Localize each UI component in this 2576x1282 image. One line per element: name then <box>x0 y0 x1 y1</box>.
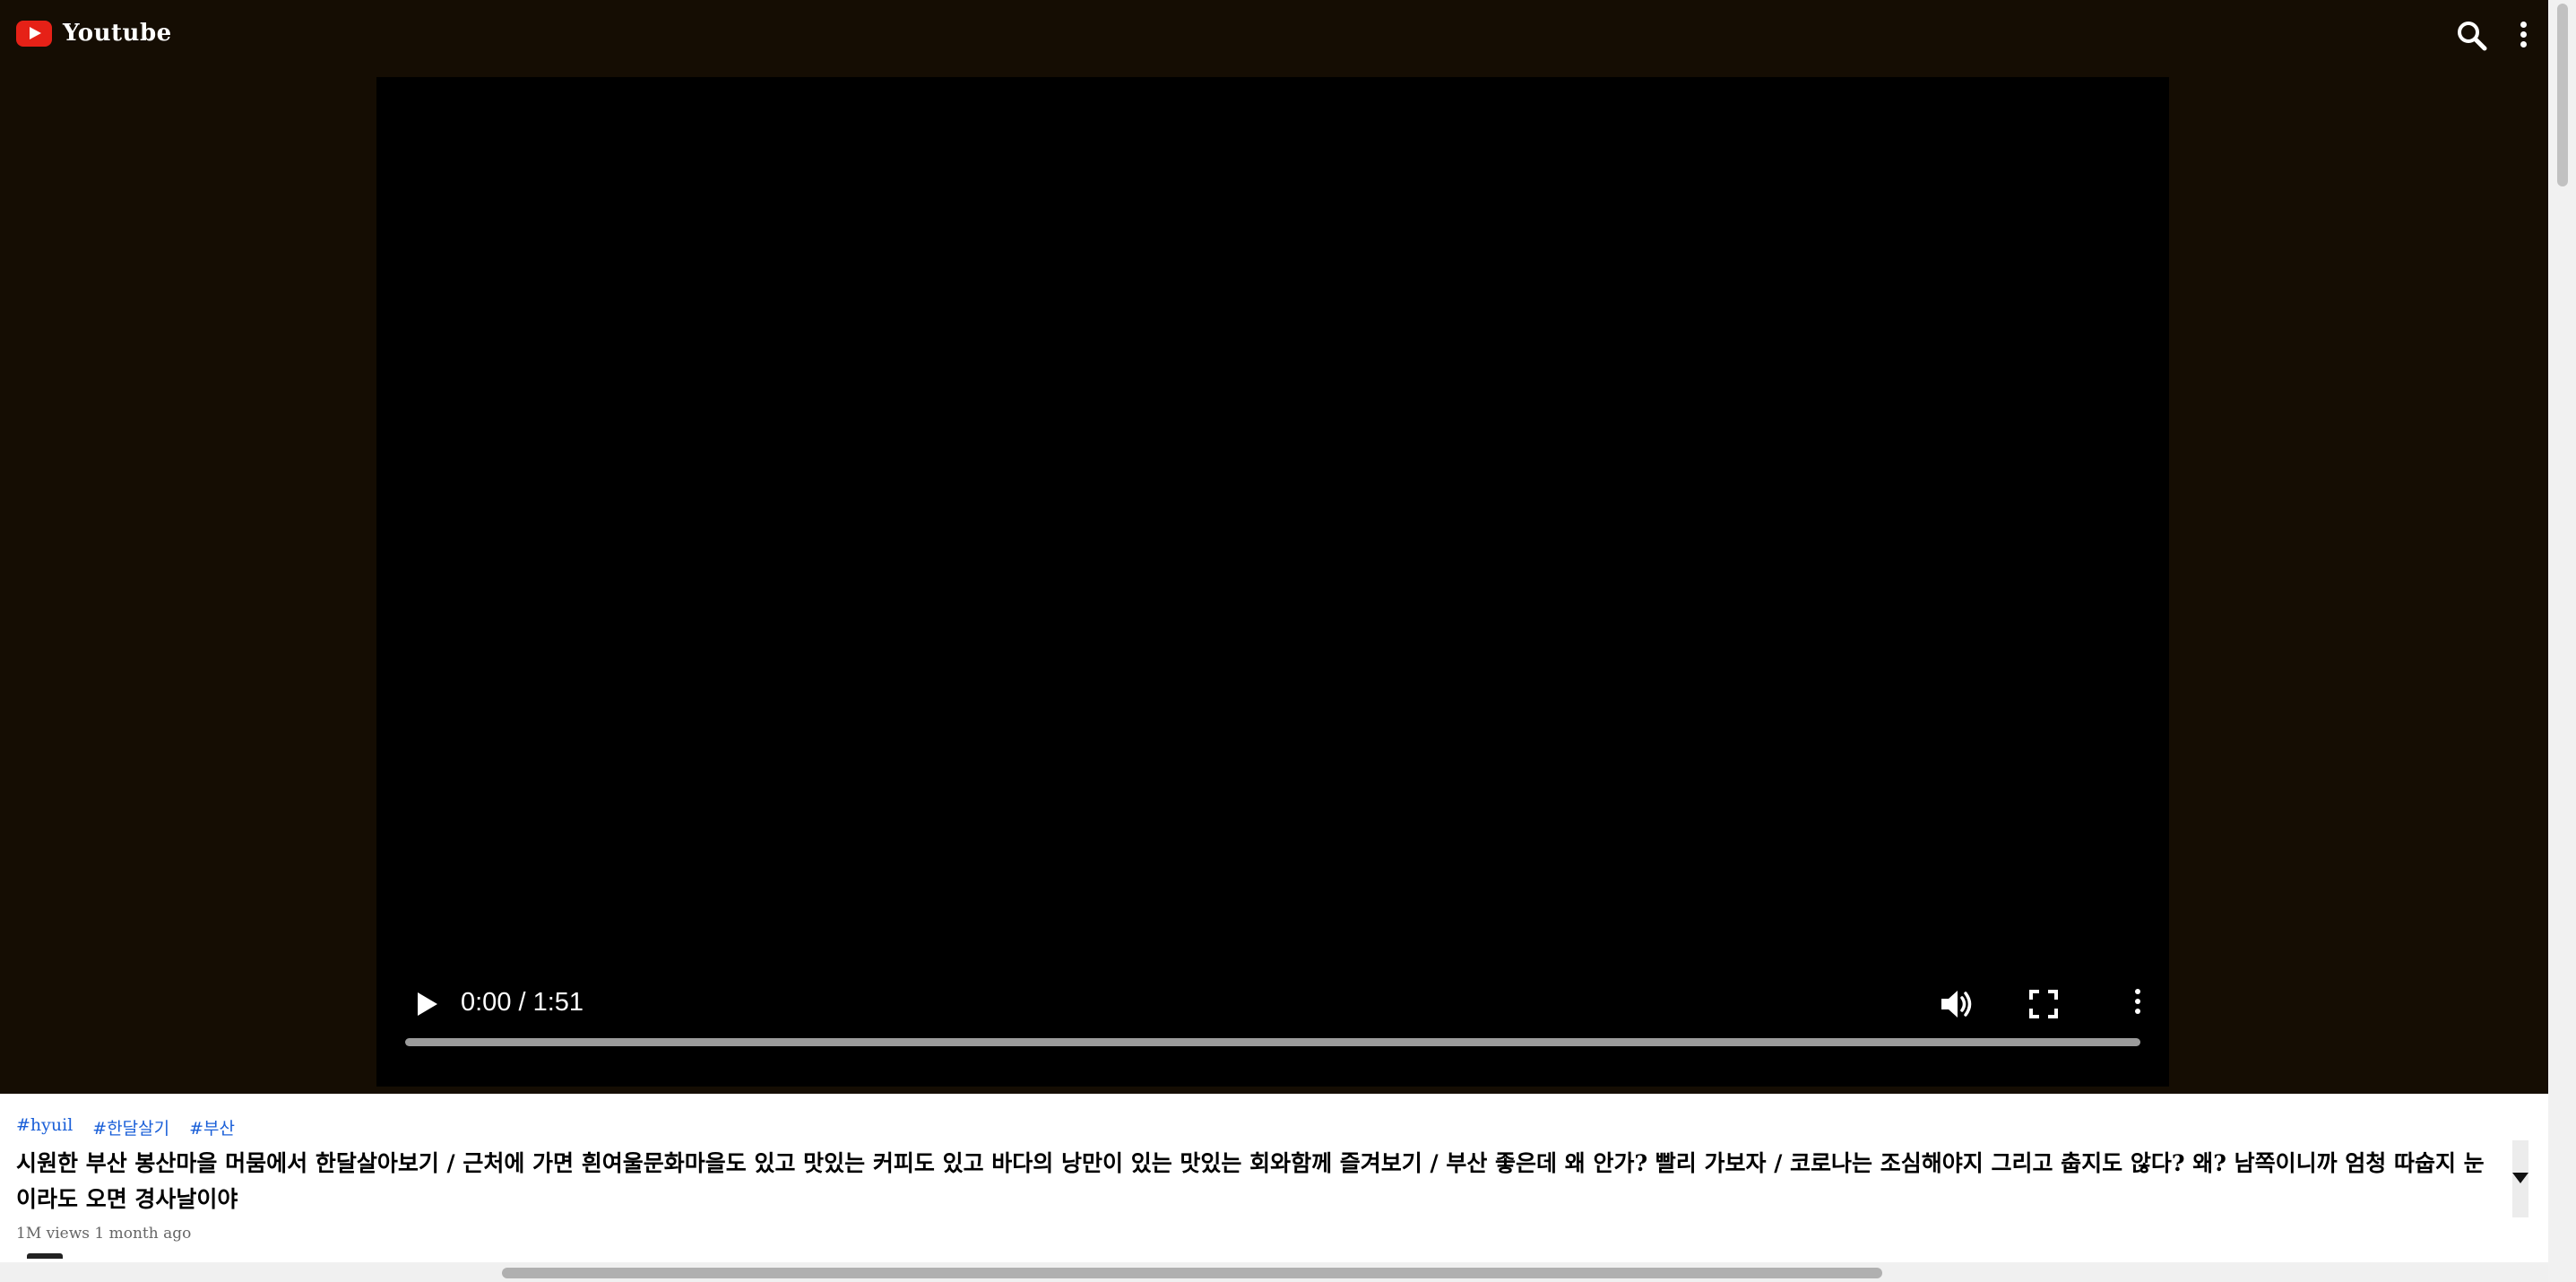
hashtag-link[interactable]: #hyuil <box>16 1115 73 1139</box>
hashtag-link[interactable]: #부산 <box>189 1115 235 1139</box>
video-info-panel: #hyuil #한달살기 #부산 시원한 부산 봉산마을 머뭄에서 한달살아보기 /… <box>0 1094 2548 1282</box>
search-icon[interactable] <box>2456 20 2488 52</box>
progress-bar[interactable] <box>405 1038 2140 1046</box>
fullscreen-icon[interactable] <box>2024 984 2063 1024</box>
player-controls: 0:00 / 1:51 <box>376 961 2169 1087</box>
more-options-icon[interactable] <box>2124 984 2151 1024</box>
video-player[interactable]: 0:00 / 1:51 <box>376 77 2169 1087</box>
vertical-scrollbar[interactable] <box>2548 0 2576 1282</box>
video-title: 시원한 부산 봉산마을 머뭄에서 한달살아보기 / 근처에 가면 흰여울문화마을… <box>16 1150 2485 1212</box>
vertical-dots-icon[interactable] <box>2514 18 2532 54</box>
expand-description-button[interactable] <box>2512 1140 2528 1217</box>
hashtag-link[interactable]: #한달살기 <box>92 1115 169 1139</box>
app-name: Youtube <box>63 20 172 47</box>
like-icon[interactable] <box>27 1253 63 1259</box>
volume-icon[interactable] <box>1936 984 1975 1024</box>
youtube-logo[interactable]: Youtube <box>16 20 172 47</box>
top-bar: Youtube <box>0 0 2548 72</box>
vertical-scroll-thumb[interactable] <box>2557 4 2568 186</box>
horizontal-scroll-thumb[interactable] <box>502 1268 1882 1278</box>
video-meta: 1M views 1 month ago <box>16 1225 192 1243</box>
time-display: 0:00 / 1:51 <box>461 988 584 1017</box>
play-icon[interactable] <box>411 986 446 1022</box>
youtube-logo-icon <box>16 20 52 47</box>
horizontal-scrollbar[interactable] <box>0 1262 2548 1282</box>
hashtag-list: #hyuil #한달살기 #부산 <box>16 1115 235 1139</box>
